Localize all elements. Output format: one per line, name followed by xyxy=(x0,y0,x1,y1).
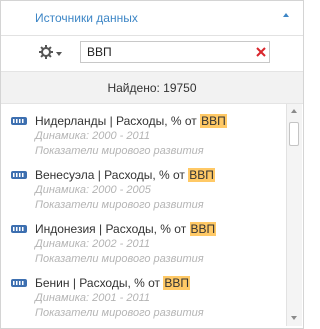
item-source: Показатели мирового развития xyxy=(35,253,204,265)
item-title-text: Венесуэла | Расходы, % от xyxy=(35,168,189,182)
item-source: Показатели мирового развития xyxy=(35,145,204,157)
item-dynamics: Динамика: 2000 - 2005 xyxy=(35,184,151,196)
scroll-down-icon[interactable] xyxy=(291,316,297,320)
search-toolbar xyxy=(1,36,303,68)
caret-down-icon xyxy=(56,52,62,56)
results-scrollbar[interactable] xyxy=(286,104,302,326)
list-item[interactable]: Индонезия | Расходы, % от ВВП Динамика: … xyxy=(1,216,287,268)
gear-icon xyxy=(39,45,53,59)
chevron-up-icon[interactable] xyxy=(283,13,289,17)
item-source: Показатели мирового развития xyxy=(35,199,204,211)
results-list: Нидерланды | Расходы, % от ВВП Динамика:… xyxy=(1,104,287,328)
list-item[interactable]: Венесуэла | Расходы, % от ВВП Динамика: … xyxy=(1,162,287,214)
search-field[interactable] xyxy=(80,41,270,63)
scroll-up-icon[interactable] xyxy=(291,109,297,113)
data-sources-panel: Источники данных ВВП Найдено: 19750 Ниде… xyxy=(0,0,304,329)
panel-title[interactable]: Источники данных xyxy=(35,11,138,25)
results-count: Найдено: 19750 xyxy=(107,81,197,95)
item-title: Нидерланды | Расходы, % от ВВП xyxy=(35,114,227,128)
dataset-icon xyxy=(11,171,27,179)
dataset-icon xyxy=(11,225,27,233)
item-source: Показатели мирового развития xyxy=(35,307,204,319)
search-highlight: ВВП xyxy=(163,276,191,290)
panel-header[interactable]: Источники данных xyxy=(1,1,303,36)
dataset-icon xyxy=(11,279,27,287)
item-title: Венесуэла | Расходы, % от ВВП xyxy=(35,168,215,182)
item-dynamics: Динамика: 2000 - 2011 xyxy=(35,130,151,142)
item-title-text: Индонезия | Расходы, % от xyxy=(35,222,190,236)
search-input[interactable] xyxy=(87,44,247,60)
list-item[interactable]: Нидерланды | Расходы, % от ВВП Динамика:… xyxy=(1,108,287,160)
item-title: Бенин | Расходы, % от ВВП xyxy=(35,276,191,290)
settings-menu-button[interactable] xyxy=(39,45,65,61)
item-title-text: Бенин | Расходы, % от xyxy=(35,276,164,290)
search-highlight: ВВП xyxy=(188,168,215,182)
item-title-text: Нидерланды | Расходы, % от xyxy=(35,114,201,128)
search-highlight: ВВП xyxy=(189,222,217,236)
close-icon[interactable] xyxy=(255,46,267,58)
scrollbar-thumb[interactable] xyxy=(289,122,299,146)
item-title: Индонезия | Расходы, % от ВВП xyxy=(35,222,217,236)
search-highlight: ВВП xyxy=(200,114,227,128)
list-item[interactable]: Бенин | Расходы, % от ВВП Динамика: 2001… xyxy=(1,270,287,322)
item-dynamics: Динамика: 2002 - 2011 xyxy=(35,238,151,250)
dataset-icon xyxy=(11,117,27,125)
item-dynamics: Динамика: 2001 - 2011 xyxy=(35,292,151,304)
results-summary: Найдено: 19750 xyxy=(1,71,303,104)
